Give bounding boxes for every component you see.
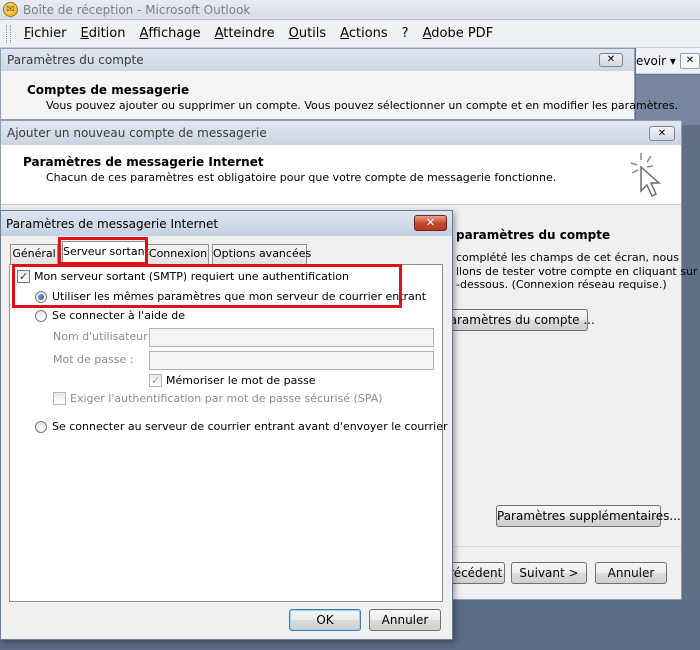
- remember-password-option[interactable]: Mémoriser le mot de passe: [149, 374, 316, 387]
- password-label: Mot de passe :: [53, 353, 134, 366]
- account-settings-window: Paramètres du compte ✕ Comptes de messag…: [0, 48, 678, 120]
- more-settings-button[interactable]: Paramètres supplémentaires...: [496, 505, 681, 527]
- outlook-window-title: Boîte de réception - Microsoft Outlook: [23, 3, 251, 17]
- internet-settings-cancel-button[interactable]: Annuler: [369, 609, 441, 631]
- add-account-heading: Paramètres de messagerie Internet: [23, 155, 264, 169]
- test-account-settings-button[interactable]: paramètres du compte ...: [441, 309, 595, 331]
- internet-settings-title: Paramètres de messagerie Internet: [6, 217, 219, 231]
- internet-settings-close-button[interactable]: ✕: [414, 215, 447, 231]
- connect-with-option[interactable]: Se connecter à l'aide de: [35, 309, 185, 322]
- account-settings-description: Vous pouvez ajouter ou supprimer un comp…: [46, 99, 679, 112]
- menu-atteindre[interactable]: Atteindre: [208, 26, 282, 41]
- internet-settings-title-bar: Paramètres de messagerie Internet ✕: [1, 211, 452, 236]
- add-account-header: Paramètres de messagerie Internet Chacun…: [1, 145, 681, 205]
- account-settings-title: Paramètres du compte: [7, 53, 144, 67]
- test-settings-text-line: llons de tester votre compte en cliquant…: [456, 265, 698, 278]
- username-field[interactable]: [149, 328, 434, 347]
- tab-general[interactable]: Général: [10, 244, 58, 264]
- remember-password-checkbox[interactable]: [149, 374, 162, 387]
- menu-affichage[interactable]: Affichage: [132, 26, 207, 41]
- menu-edition[interactable]: Edition: [74, 26, 133, 41]
- toolbar-right-strip: evoir ▾ ✕: [636, 48, 700, 74]
- connect-before-sending-radio[interactable]: [35, 420, 47, 433]
- connect-before-sending-option[interactable]: Se connecter au serveur de courrier entr…: [35, 420, 448, 433]
- account-settings-heading: Comptes de messagerie: [27, 83, 190, 97]
- test-settings-text-line: -dessous. (Connexion réseau requise.): [456, 278, 667, 291]
- wizard-cursor-icon: [630, 153, 661, 198]
- spa-label: Exiger l'authentification par mot de pas…: [70, 392, 383, 405]
- username-label: Nom d'utilisateur :: [53, 330, 155, 343]
- add-account-title: Ajouter un nouveau compte de messagerie: [7, 126, 267, 140]
- outlook-app-icon: ✉: [3, 2, 18, 17]
- highlight-box-smtp-auth: [12, 264, 402, 308]
- close-icon[interactable]: ✕: [679, 52, 700, 69]
- add-account-description: Chacun de ces paramètres est obligatoire…: [46, 171, 557, 184]
- tab-advanced-options[interactable]: Options avancées: [212, 244, 311, 264]
- connect-before-sending-label: Se connecter au serveur de courrier entr…: [52, 420, 448, 433]
- menu-fichier[interactable]: Fichier: [17, 26, 74, 41]
- menu-actions[interactable]: Actions: [333, 26, 395, 41]
- connect-with-label: Se connecter à l'aide de: [52, 309, 185, 322]
- add-account-title-bar: Ajouter un nouveau compte de messagerie …: [1, 121, 681, 145]
- account-settings-title-bar: Paramètres du compte ✕: [1, 49, 634, 71]
- spa-checkbox[interactable]: [53, 392, 66, 405]
- spa-option[interactable]: Exiger l'authentification par mot de pas…: [53, 392, 383, 405]
- test-settings-text-line: complété les champs de cet écran, nous: [456, 251, 679, 264]
- menu-outils[interactable]: Outils: [282, 26, 334, 41]
- test-settings-heading: paramètres du compte: [456, 228, 611, 242]
- menu-adobe-pdf[interactable]: Adobe PDF: [416, 26, 501, 41]
- highlight-box-outgoing-tab: [58, 237, 148, 265]
- outlook-title-bar: ✉ Boîte de réception - Microsoft Outlook: [0, 0, 700, 20]
- connect-with-radio[interactable]: [35, 309, 47, 322]
- add-account-cancel-button[interactable]: Annuler: [595, 562, 667, 584]
- toolbar-send-receive-dropdown[interactable]: evoir ▾: [636, 54, 676, 68]
- menu-bar: Fichier Edition Affichage Atteindre Outi…: [0, 20, 700, 48]
- menu-help[interactable]: ?: [395, 26, 416, 41]
- next-button[interactable]: Suivant >: [511, 562, 587, 584]
- menu-grip-handle[interactable]: [6, 24, 11, 43]
- account-settings-close-button[interactable]: ✕: [599, 53, 623, 67]
- add-account-close-button[interactable]: ✕: [649, 126, 675, 141]
- ok-button[interactable]: OK: [289, 609, 361, 631]
- tab-connection[interactable]: Connexion: [147, 244, 209, 264]
- remember-password-label: Mémoriser le mot de passe: [166, 374, 316, 387]
- password-field[interactable]: [149, 351, 434, 370]
